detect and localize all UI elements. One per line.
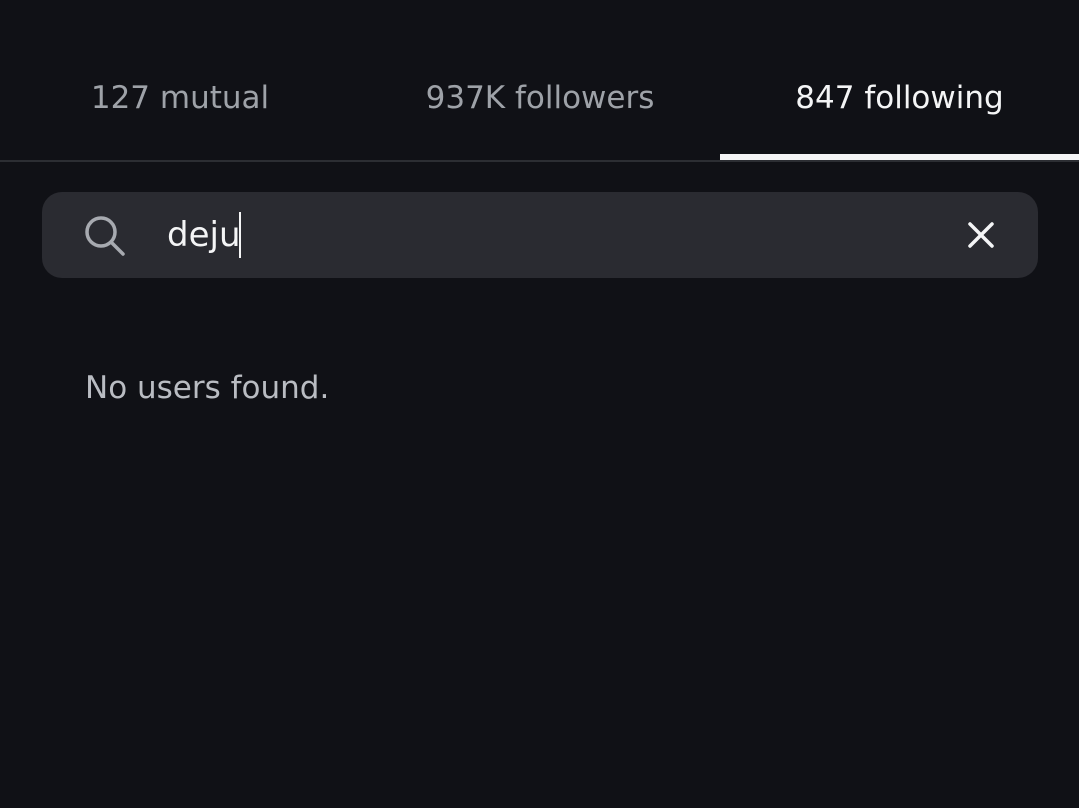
clear-search-button[interactable] <box>960 214 1002 256</box>
empty-results-message: No users found. <box>85 370 330 406</box>
tab-mutual[interactable]: 127 mutual <box>0 76 360 120</box>
active-tab-indicator <box>720 154 1079 160</box>
tab-following[interactable]: 847 following <box>720 76 1079 120</box>
close-icon <box>968 222 994 248</box>
tab-followers[interactable]: 937K followers <box>360 76 720 120</box>
tab-bar: 127 mutual 937K followers 847 following <box>0 0 1079 162</box>
text-caret <box>239 212 241 258</box>
search-input[interactable] <box>167 210 927 260</box>
search-icon <box>85 216 125 256</box>
search-box[interactable] <box>42 192 1038 278</box>
